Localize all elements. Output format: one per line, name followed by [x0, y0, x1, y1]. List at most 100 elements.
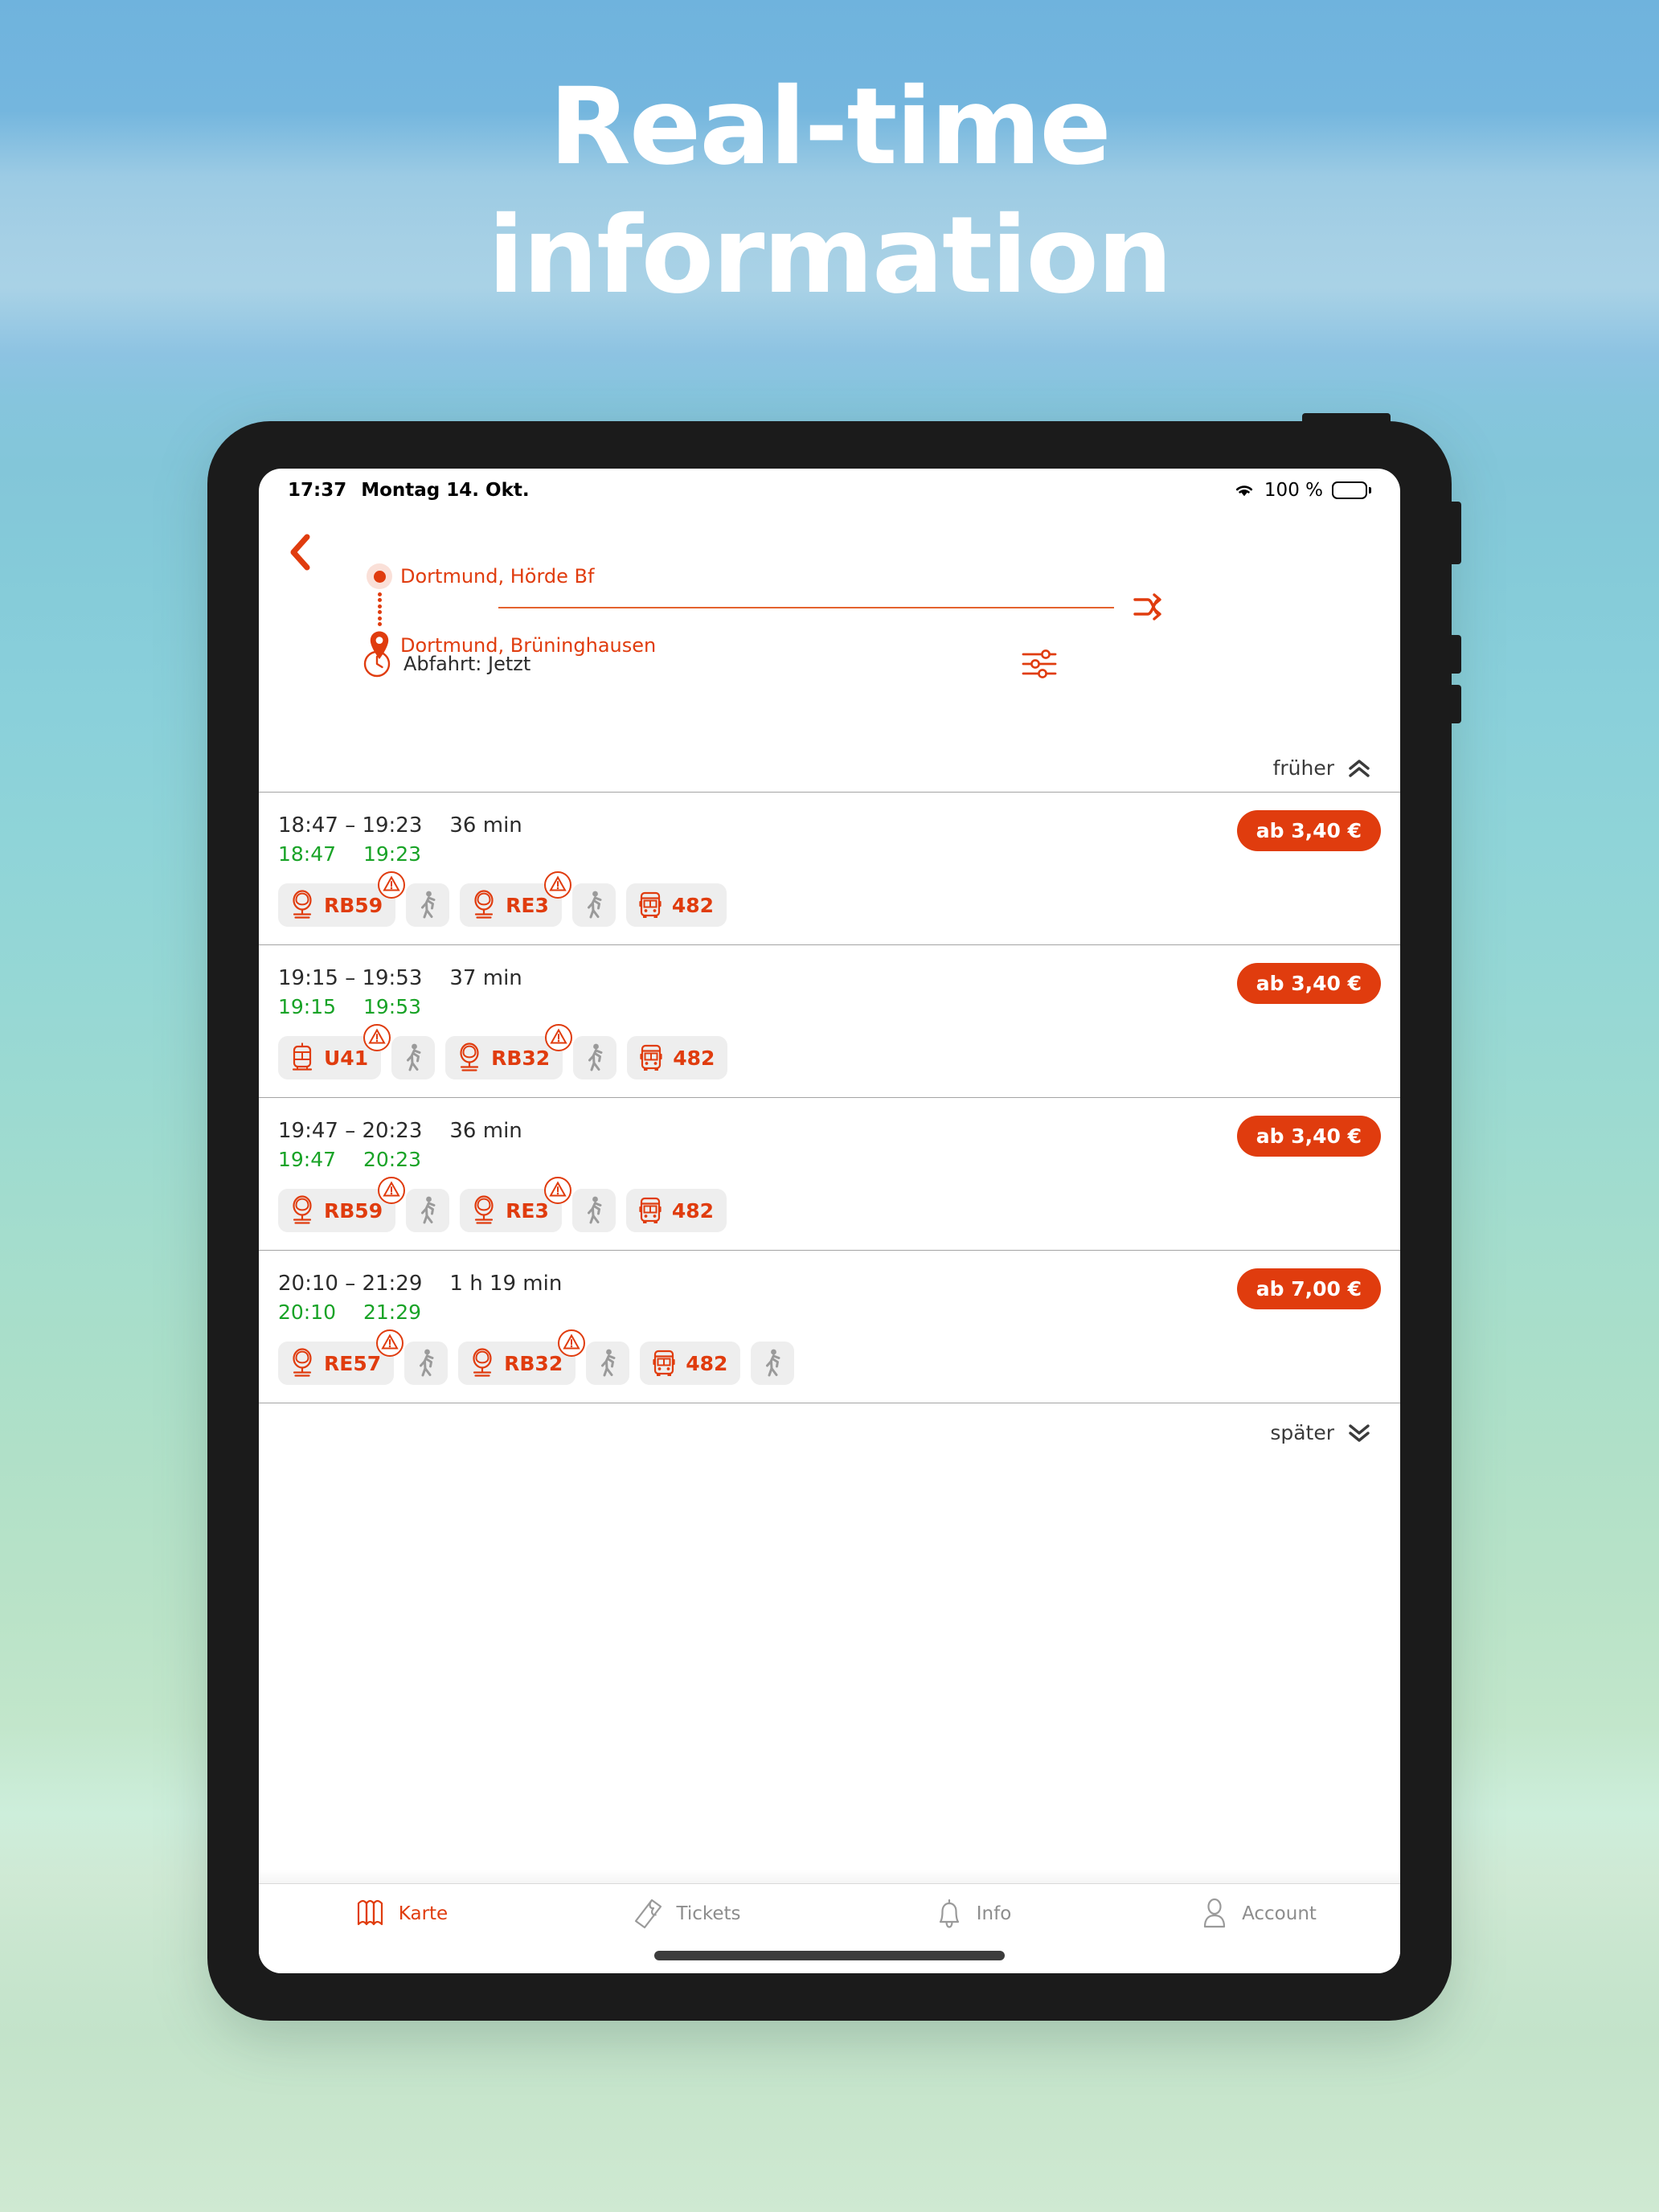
bus-icon [639, 1197, 662, 1223]
journey-planned-times: 19:15 – 19:53 37 min [278, 966, 1381, 990]
tram-icon [292, 1043, 313, 1071]
train-icon [293, 890, 312, 919]
journey-price-badge[interactable]: ab 7,00 € [1236, 1268, 1381, 1309]
chevron-double-down-icon [1347, 1423, 1371, 1444]
tab-tickets[interactable]: Tickets [544, 1897, 830, 1931]
route-connector-dots [378, 592, 382, 626]
disruption-alert-icon[interactable] [543, 1175, 573, 1206]
journey-realtime-arrival: 19:23 [363, 842, 422, 866]
journey-leg-train[interactable]: RE57 [278, 1329, 404, 1385]
journey-legs: RB59 RE3 482 [278, 871, 1381, 927]
walk-icon [421, 1196, 436, 1224]
battery-full-icon [1332, 481, 1371, 499]
journey-leg-label: 482 [673, 1046, 715, 1070]
journey-leg-walk[interactable] [391, 1036, 436, 1079]
journey-leg-walk[interactable] [406, 1189, 450, 1232]
disruption-alert-icon[interactable] [543, 1022, 574, 1053]
journey-leg-bus[interactable]: 482 [627, 1036, 728, 1079]
route-endpoints: Dortmund, Hörde Bf Dortmund, Brüninghaus… [363, 559, 1296, 663]
bus-icon [639, 891, 662, 918]
journey-price-badge[interactable]: ab 3,40 € [1236, 1116, 1381, 1157]
tab-account[interactable]: Account [1115, 1897, 1400, 1931]
tablet-volume-down-button[interactable] [1447, 685, 1461, 723]
journey-leg-walk[interactable] [751, 1342, 795, 1385]
tab-info[interactable]: Info [830, 1897, 1115, 1931]
tablet-volume-up-button[interactable] [1447, 635, 1461, 674]
walk-icon [407, 1043, 421, 1071]
journey-leg-walk[interactable] [571, 1189, 616, 1232]
journey-time-range: 19:15 – 19:53 [278, 966, 423, 990]
train-icon [473, 1348, 492, 1377]
journey-realtime-departure: 19:15 [278, 995, 337, 1018]
disruption-alert-icon[interactable] [543, 870, 573, 900]
person-icon [1203, 1898, 1226, 1928]
train-icon [460, 1043, 479, 1071]
origin-dot-icon [363, 563, 395, 589]
journey-leg-label: RB32 [491, 1046, 551, 1070]
tab-label: Tickets [676, 1903, 741, 1924]
journey-leg-walk[interactable] [571, 883, 616, 927]
disruption-alert-icon[interactable] [376, 1175, 407, 1206]
departure-time-selector[interactable]: Abfahrt: Jetzt [363, 650, 530, 678]
journey-row[interactable]: 19:15 – 19:53 37 min 19:15 19:53 U41 RB3… [259, 944, 1400, 1097]
tablet-power-button[interactable] [1447, 502, 1461, 564]
journey-leg-label: 482 [686, 1351, 728, 1375]
earlier-button[interactable]: früher [1273, 756, 1371, 780]
journey-leg-walk[interactable] [573, 1036, 617, 1079]
disruption-alert-icon[interactable] [362, 1022, 392, 1053]
status-bar-time: 17:37 [288, 480, 347, 501]
journey-price-badge[interactable]: ab 3,40 € [1236, 810, 1381, 851]
promo-headline-line2: information [487, 194, 1173, 317]
disruption-alert-icon[interactable] [376, 870, 407, 900]
journey-leg-walk[interactable] [586, 1342, 630, 1385]
journey-leg-train[interactable]: RE3 [460, 871, 571, 927]
journey-leg-walk[interactable] [404, 1342, 449, 1385]
journey-realtime-departure: 18:47 [278, 842, 337, 866]
home-indicator[interactable] [654, 1951, 1005, 1960]
journey-row[interactable]: 19:47 – 20:23 36 min 19:47 20:23 RB59 RE… [259, 1097, 1400, 1250]
promo-headline-line1: Real-time [549, 65, 1112, 189]
journey-price-badge[interactable]: ab 3,40 € [1236, 963, 1381, 1004]
journey-leg-label: 482 [671, 1198, 715, 1223]
journey-planned-times: 19:47 – 20:23 36 min [278, 1119, 1381, 1143]
journey-leg-walk[interactable] [406, 883, 450, 927]
journey-leg-tram[interactable]: U41 [278, 1024, 391, 1079]
journey-leg-train[interactable]: RB32 [445, 1024, 573, 1079]
bus-icon [653, 1350, 675, 1376]
journey-leg-train[interactable]: RE3 [460, 1177, 571, 1232]
journey-leg-train[interactable]: RB59 [278, 871, 406, 927]
route-input-underline [498, 607, 1114, 608]
journey-row[interactable]: 18:47 – 19:23 36 min 18:47 19:23 RB59 RE… [259, 792, 1400, 944]
map-icon [357, 1899, 383, 1926]
journey-duration: 1 h 19 min [449, 1272, 563, 1296]
journey-realtime-departure: 20:10 [278, 1301, 337, 1324]
promo-headline: Real-time information [0, 74, 1659, 309]
journey-row[interactable]: 20:10 – 21:29 1 h 19 min 20:10 21:29 RE5… [259, 1250, 1400, 1403]
journey-planned-times: 20:10 – 21:29 1 h 19 min [278, 1272, 1381, 1296]
journey-legs: RB59 RE3 482 [278, 1177, 1381, 1232]
journey-leg-bus[interactable]: 482 [625, 1189, 727, 1232]
earlier-label: früher [1272, 756, 1334, 780]
filter-sliders-icon[interactable] [1021, 647, 1058, 681]
later-button[interactable]: später [1270, 1421, 1371, 1444]
journey-leg-train[interactable]: RB32 [458, 1329, 586, 1385]
chevron-left-icon[interactable] [286, 533, 313, 571]
disruption-alert-icon[interactable] [375, 1328, 405, 1358]
bell-icon [939, 1899, 959, 1928]
journey-results-list: 18:47 – 19:23 36 min 18:47 19:23 RB59 RE… [259, 792, 1400, 1465]
journey-leg-bus[interactable]: 482 [625, 883, 727, 927]
walk-icon [421, 891, 436, 919]
disruption-alert-icon[interactable] [556, 1328, 587, 1358]
status-bar: 17:37 Montag 14. Okt. 100 % [259, 469, 1400, 512]
walk-icon [587, 1196, 602, 1224]
journey-leg-bus[interactable]: 482 [640, 1342, 741, 1385]
tab-karte[interactable]: Karte [259, 1897, 544, 1931]
origin-label: Dortmund, Hörde Bf [400, 565, 595, 588]
journey-leg-train[interactable]: RB59 [278, 1177, 406, 1232]
tablet-screen: 17:37 Montag 14. Okt. 100 % Dortmund, Hö… [259, 469, 1400, 1973]
journey-leg-label: 482 [671, 893, 715, 917]
train-icon [474, 890, 494, 919]
swap-arrows-icon[interactable] [1129, 588, 1167, 626]
walk-icon [601, 1349, 616, 1377]
status-bar-date: Montag 14. Okt. [361, 480, 530, 501]
